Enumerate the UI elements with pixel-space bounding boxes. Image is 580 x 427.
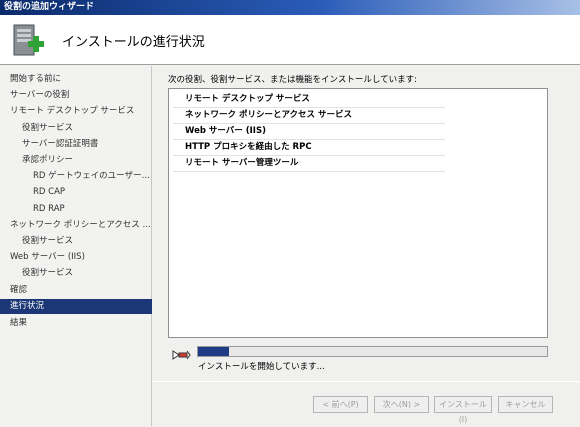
wizard-header: インストールの進行状況: [0, 15, 580, 65]
wizard-sidebar: 開始する前に サーバーの役割 リモート デスクトップ サービス 役割サービス サ…: [0, 66, 152, 426]
list-item: Web サーバー (IIS): [173, 124, 445, 140]
sidebar-item-server-roles[interactable]: サーバーの役割: [0, 88, 152, 103]
sidebar-item-progress[interactable]: 進行状況: [0, 299, 152, 314]
sidebar-item-results[interactable]: 結果: [0, 316, 152, 331]
cancel-button[interactable]: キャンセル: [498, 396, 553, 413]
sidebar-item-server-certificate[interactable]: サーバー認証証明書: [0, 137, 152, 152]
sidebar-item-authorization-policies[interactable]: 承認ポリシー: [0, 153, 152, 168]
prev-button[interactable]: < 前へ(P): [313, 396, 368, 413]
status-text: インストールを開始しています...: [198, 362, 325, 372]
bottom-separator: [152, 381, 580, 382]
sidebar-item-rd-rap[interactable]: RD RAP: [0, 202, 152, 217]
sidebar-item-rd-gateway-user-groups[interactable]: RD ゲートウェイのユーザー グ...: [0, 169, 152, 184]
window-titlebar: 役割の追加ウィザード: [0, 0, 580, 15]
install-button[interactable]: インストール(I): [434, 396, 492, 424]
page-title: インストールの進行状況: [62, 35, 205, 50]
progress-fill: [198, 347, 230, 356]
sidebar-item-role-services-2[interactable]: 役割サービス: [0, 234, 152, 249]
list-item: リモート サーバー管理ツール: [173, 156, 445, 172]
sidebar-item-remote-desktop-services[interactable]: リモート デスクトップ サービス: [0, 104, 152, 119]
sidebar-item-before-you-begin[interactable]: 開始する前に: [0, 72, 152, 87]
installing-items-list[interactable]: リモート デスクトップ サービス ネットワーク ポリシーとアクセス サービス W…: [168, 88, 548, 338]
sidebar-item-web-server[interactable]: Web サーバー (IIS): [0, 250, 152, 265]
installing-description: 次の役割、役割サービス、または機能をインストールしています:: [168, 75, 417, 85]
sidebar-item-role-services-3[interactable]: 役割サービス: [0, 266, 152, 281]
install-progress-icon: [172, 350, 191, 360]
install-progress-bar: [197, 346, 548, 357]
list-item: HTTP プロキシを経由した RPC: [173, 140, 445, 156]
list-item: リモート デスクトップ サービス: [173, 92, 445, 108]
sidebar-item-network-policy[interactable]: ネットワーク ポリシーとアクセス サービ...: [0, 218, 152, 233]
list-item: ネットワーク ポリシーとアクセス サービス: [173, 108, 445, 124]
sidebar-item-confirmation[interactable]: 確認: [0, 283, 152, 298]
sidebar-item-rd-cap[interactable]: RD CAP: [0, 185, 152, 200]
sidebar-item-role-services[interactable]: 役割サービス: [0, 121, 152, 136]
server-add-icon: [13, 24, 44, 56]
next-button[interactable]: 次へ(N) >: [374, 396, 429, 413]
